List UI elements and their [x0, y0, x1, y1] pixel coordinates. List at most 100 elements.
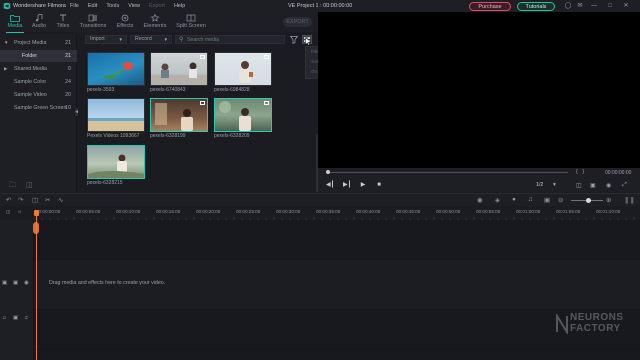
- marker-icon[interactable]: ▣: [544, 196, 550, 204]
- sidebar-item-count: 24: [65, 79, 71, 85]
- sidebar-item-count: 20: [65, 92, 71, 98]
- media-library-sidebar: ▼ Project Media 21 Folder 21 ▶ Shared Me…: [0, 34, 77, 192]
- menu-edit[interactable]: Edit: [88, 3, 97, 9]
- ruler-tick-label: 00:00:30:00: [276, 209, 301, 214]
- media-thumbnail[interactable]: [87, 145, 145, 179]
- media-thumbnail[interactable]: [150, 52, 208, 86]
- snapshot-icon[interactable]: ◉: [606, 182, 611, 189]
- scrubber-knob[interactable]: [326, 170, 330, 174]
- media-thumbnail[interactable]: [87, 52, 145, 86]
- media-item-name: pexels-3593: [87, 87, 115, 93]
- playhead-handle[interactable]: [33, 222, 39, 234]
- track-row[interactable]: [34, 220, 640, 260]
- tab-elements[interactable]: Elements: [139, 14, 171, 32]
- filter-icon[interactable]: [290, 35, 298, 44]
- menu-tools[interactable]: Tools: [106, 3, 119, 9]
- menu-help[interactable]: Help: [174, 3, 185, 9]
- ruler-tick-label: 00:00:10:00: [116, 209, 141, 214]
- tab-effects[interactable]: Effects: [110, 14, 140, 32]
- speaker-icon[interactable]: ♬: [24, 315, 30, 321]
- chevron-down-icon[interactable]: ▼: [552, 182, 557, 188]
- delete-folder-icon[interactable]: ◫: [26, 181, 33, 189]
- media-thumbnail[interactable]: [87, 98, 145, 132]
- ruler-tick-label: 00:00:20:00: [196, 209, 221, 214]
- lock-icon[interactable]: ▣: [13, 315, 18, 321]
- elements-icon: [150, 14, 160, 22]
- sidebar-item-sample-video[interactable]: Sample Video 20: [0, 89, 77, 101]
- maximize-icon[interactable]: □: [606, 2, 614, 10]
- tab-split-screen[interactable]: Split Screen: [173, 14, 209, 32]
- new-folder-icon[interactable]: 🗀: [9, 181, 16, 192]
- shield-icon[interactable]: ◈: [495, 196, 500, 204]
- message-icon[interactable]: ✉: [576, 2, 584, 10]
- import-dropdown[interactable]: Import ▼: [85, 35, 127, 44]
- search-icon: ⚲: [179, 37, 184, 43]
- menu-view[interactable]: View: [128, 3, 140, 9]
- export-button[interactable]: EXPORT: [283, 17, 312, 27]
- eye-icon[interactable]: ◉: [24, 280, 29, 286]
- play-icon[interactable]: ▶: [359, 182, 367, 189]
- sidebar-item-count: 21: [65, 40, 71, 46]
- minimize-icon[interactable]: —: [590, 2, 598, 10]
- effects-icon: [121, 14, 129, 22]
- microphone-icon[interactable]: ●: [512, 196, 516, 203]
- undo-icon[interactable]: ↶: [6, 196, 11, 204]
- split-icon[interactable]: ✂: [45, 196, 50, 204]
- sidebar-item-sample-green-screen[interactable]: Sample Green Screen 10: [0, 102, 77, 114]
- search-input[interactable]: [187, 36, 277, 43]
- purchase-button[interactable]: Purchase: [469, 1, 511, 11]
- account-icon[interactable]: ◯: [564, 2, 572, 10]
- mark-in-out-icon[interactable]: { }: [576, 169, 584, 175]
- add-track-icon[interactable]: ◫: [6, 209, 10, 215]
- audio-track[interactable]: [34, 310, 640, 350]
- delete-icon[interactable]: ◫: [32, 196, 38, 204]
- menu-file[interactable]: File: [70, 3, 79, 9]
- record-label: Record: [135, 36, 152, 42]
- zoom-out-icon[interactable]: ⊖: [558, 196, 563, 204]
- video-track[interactable]: Drag media and effects here to create yo…: [34, 260, 640, 310]
- preview-scrubber[interactable]: [328, 172, 568, 173]
- playhead-line[interactable]: [35, 216, 37, 360]
- fullscreen-icon[interactable]: ⤢: [622, 182, 627, 189]
- media-item-name: Pexels Videos 1093667: [87, 133, 140, 139]
- voiceover-icon[interactable]: ♫: [528, 196, 533, 203]
- ruler-tick-label: 00:00:50:00: [436, 209, 461, 214]
- pause-icon[interactable]: ❚❚: [624, 196, 635, 204]
- audio-wave-icon[interactable]: ∿: [58, 196, 63, 204]
- zoom-in-icon[interactable]: ⊕: [606, 196, 611, 204]
- tutorials-button[interactable]: Tutorials: [517, 1, 555, 11]
- menu-export[interactable]: Export: [149, 3, 165, 9]
- sidebar-item-folder[interactable]: Folder 21: [0, 50, 77, 62]
- timeline-ruler[interactable]: ◫ ∞ 00:00:00:00 00:00:05:00 00:00:10:00 00:…: [0, 206, 640, 220]
- close-icon[interactable]: ✕: [622, 2, 630, 10]
- link-icon[interactable]: ∞: [18, 209, 21, 214]
- previous-frame-icon[interactable]: ◀┃: [326, 182, 334, 189]
- sidebar-item-project-media[interactable]: ▼ Project Media 21: [0, 37, 77, 49]
- video-badge-icon: [264, 101, 269, 105]
- media-panel: Import ▼ Record ▼ ⚲ pexels-3593 pexels-6…: [78, 34, 318, 192]
- lock-icon[interactable]: ▣: [13, 280, 18, 286]
- preview-player[interactable]: [318, 12, 640, 168]
- media-thumbnail[interactable]: [150, 98, 208, 132]
- play-backward-icon[interactable]: ▶┃: [343, 182, 351, 189]
- zoom-slider-knob[interactable]: [586, 198, 591, 203]
- record-dropdown[interactable]: Record ▼: [130, 35, 172, 44]
- ruler-tick-label: 00:00:05:00: [76, 209, 101, 214]
- media-thumbnail[interactable]: [214, 52, 272, 86]
- camera-icon[interactable]: ▣: [590, 182, 596, 189]
- chevron-down-icon: ▼: [4, 40, 9, 45]
- ruler-tick-label: 00:00:25:00: [236, 209, 261, 214]
- tab-titles[interactable]: Titles: [48, 14, 78, 32]
- tab-transitions[interactable]: Transitions: [76, 14, 110, 32]
- render-icon[interactable]: ◉: [477, 196, 483, 204]
- sidebar-item-shared-media[interactable]: ▶ Shared Media 0: [0, 63, 77, 75]
- sidebar-item-label: Project Media: [14, 40, 47, 46]
- media-thumbnail[interactable]: [214, 98, 272, 132]
- redo-icon[interactable]: ↷: [18, 196, 23, 204]
- audio-track-icon: ♫: [2, 315, 7, 321]
- timeline-tracks[interactable]: Drag media and effects here to create yo…: [34, 220, 640, 360]
- sidebar-item-sample-color[interactable]: Sample Color 24: [0, 76, 77, 88]
- screen-icon[interactable]: ◫: [576, 182, 582, 189]
- stop-icon[interactable]: ■: [375, 182, 383, 189]
- sidebar-item-label: Sample Green Screen: [14, 105, 67, 111]
